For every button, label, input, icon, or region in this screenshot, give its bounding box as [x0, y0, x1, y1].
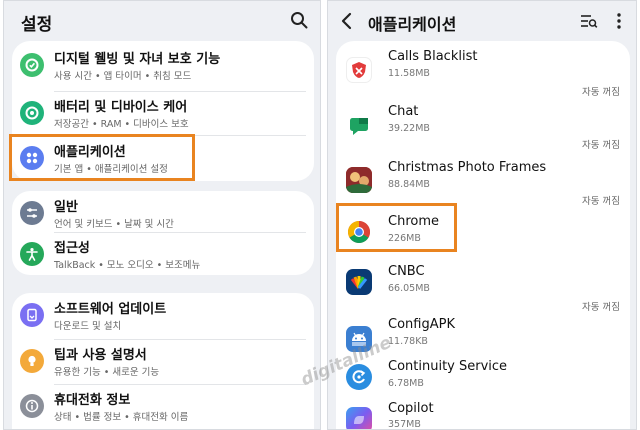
settings-panel: 설정 디지털 웰빙 및 자녀 보호 기능 사용 시간 • 앱 타이머 • 취침 … [3, 0, 321, 430]
app-size: 66.05MB [388, 283, 430, 294]
chat-icon [346, 113, 372, 139]
app-state: 자동 꺼짐 [582, 302, 620, 313]
item-subtitle: TalkBack • 모노 오디오 • 보조메뉴 [54, 260, 201, 271]
app-item-cnbc[interactable]: CNBC 66.05MB 자동 꺼짐 [336, 259, 630, 317]
app-size: 11.78KB [388, 336, 428, 347]
settings-item-general[interactable]: 일반 언어 및 키보드 • 날짜 및 시간 [12, 191, 314, 237]
applications-header: 애플리케이션 [328, 1, 636, 41]
item-title: 접근성 [54, 241, 90, 256]
app-size: 6.78MB [388, 378, 424, 389]
app-state: 자동 꺼짐 [582, 87, 620, 98]
device-care-icon [20, 101, 44, 125]
cnbc-icon [346, 269, 372, 295]
copilot-icon [346, 407, 372, 429]
filter-sort-icon[interactable] [580, 13, 598, 29]
app-name: Chat [388, 104, 419, 119]
app-name: Continuity Service [388, 359, 508, 374]
app-state: 자동 꺼짐 [582, 140, 620, 151]
item-title: 팁과 사용 설명서 [54, 348, 147, 363]
item-subtitle: 사용 시간 • 앱 타이머 • 취침 모드 [54, 71, 192, 82]
app-size: 11.58MB [388, 68, 430, 79]
app-item-chat[interactable]: Chat 39.22MB 자동 꺼짐 [336, 97, 630, 153]
app-name: Calls Blacklist [388, 49, 478, 64]
accessibility-icon [20, 242, 44, 266]
app-name: ConfigAPK [388, 317, 455, 332]
page-title: 설정 [21, 15, 53, 35]
highlight-box-chrome [336, 203, 457, 252]
sliders-icon [20, 201, 44, 225]
item-title: 소프트웨어 업데이트 [54, 302, 167, 317]
item-title: 디지털 웰빙 및 자녀 보호 기능 [54, 52, 221, 67]
item-title: 휴대전화 정보 [54, 393, 131, 408]
app-name: CNBC [388, 264, 425, 279]
digital-wellbeing-icon [20, 53, 44, 77]
item-title: 일반 [54, 200, 78, 215]
item-title: 배터리 및 디바이스 케어 [54, 100, 188, 115]
settings-header: 설정 [4, 1, 320, 41]
settings-item-tips[interactable]: 팁과 사용 설명서 유용한 기능 • 새로운 기능 [12, 339, 314, 385]
item-subtitle: 상태 • 법률 정보 • 휴대전화 이름 [54, 412, 189, 423]
screenshot-root: 설정 디지털 웰빙 및 자녀 보호 기능 사용 시간 • 앱 타이머 • 취침 … [0, 0, 640, 430]
settings-card-2: 일반 언어 및 키보드 • 날짜 및 시간 접근성 TalkBack • 모노 … [12, 191, 314, 275]
settings-item-software-update[interactable]: 소프트웨어 업데이트 다운로드 및 설치 [12, 293, 314, 339]
app-size: 39.22MB [388, 123, 430, 134]
item-subtitle: 다운로드 및 설치 [54, 321, 122, 332]
more-options-icon[interactable] [614, 12, 624, 30]
settings-item-phone-info[interactable]: 휴대전화 정보 상태 • 법률 정보 • 휴대전화 이름 [12, 384, 314, 429]
christmas-frames-icon [346, 167, 372, 193]
app-size: 88.84MB [388, 179, 430, 190]
app-name: Christmas Photo Frames [388, 160, 547, 175]
settings-item-device-care[interactable]: 배터리 및 디바이스 케어 저장공간 • RAM • 디바이스 보호 [12, 91, 314, 137]
software-update-icon [20, 303, 44, 327]
settings-card-3: 소프트웨어 업데이트 다운로드 및 설치 팁과 사용 설명서 유용한 기능 • … [12, 293, 314, 429]
item-subtitle: 저장공간 • RAM • 디바이스 보호 [54, 119, 189, 130]
settings-item-accessibility[interactable]: 접근성 TalkBack • 모노 오디오 • 보조메뉴 [12, 232, 314, 275]
app-item-calls-blacklist[interactable]: Calls Blacklist 11.58MB 자동 꺼짐 [336, 41, 630, 98]
app-item-continuity-service[interactable]: Continuity Service 6.78MB [336, 359, 630, 401]
app-state: 자동 꺼짐 [582, 196, 620, 207]
settings-item-digital-wellbeing[interactable]: 디지털 웰빙 및 자녀 보호 기능 사용 시간 • 앱 타이머 • 취침 모드 [12, 43, 314, 89]
highlight-box-applications [9, 134, 195, 181]
phone-info-icon [20, 394, 44, 418]
page-title: 애플리케이션 [368, 15, 457, 34]
app-item-copilot[interactable]: Copilot 357MB [336, 401, 630, 430]
item-subtitle: 유용한 기능 • 새로운 기능 [54, 367, 160, 378]
item-subtitle: 언어 및 키보드 • 날짜 및 시간 [54, 219, 174, 230]
app-name: Copilot [388, 401, 434, 416]
search-icon[interactable] [290, 11, 308, 29]
calls-blacklist-icon [346, 57, 372, 83]
back-arrow-icon[interactable] [340, 12, 354, 30]
app-item-christmas-photo-frames[interactable]: Christmas Photo Frames 88.84MB 자동 꺼짐 [336, 153, 630, 209]
tips-bulb-icon [20, 349, 44, 373]
app-size: 357MB [388, 419, 421, 430]
